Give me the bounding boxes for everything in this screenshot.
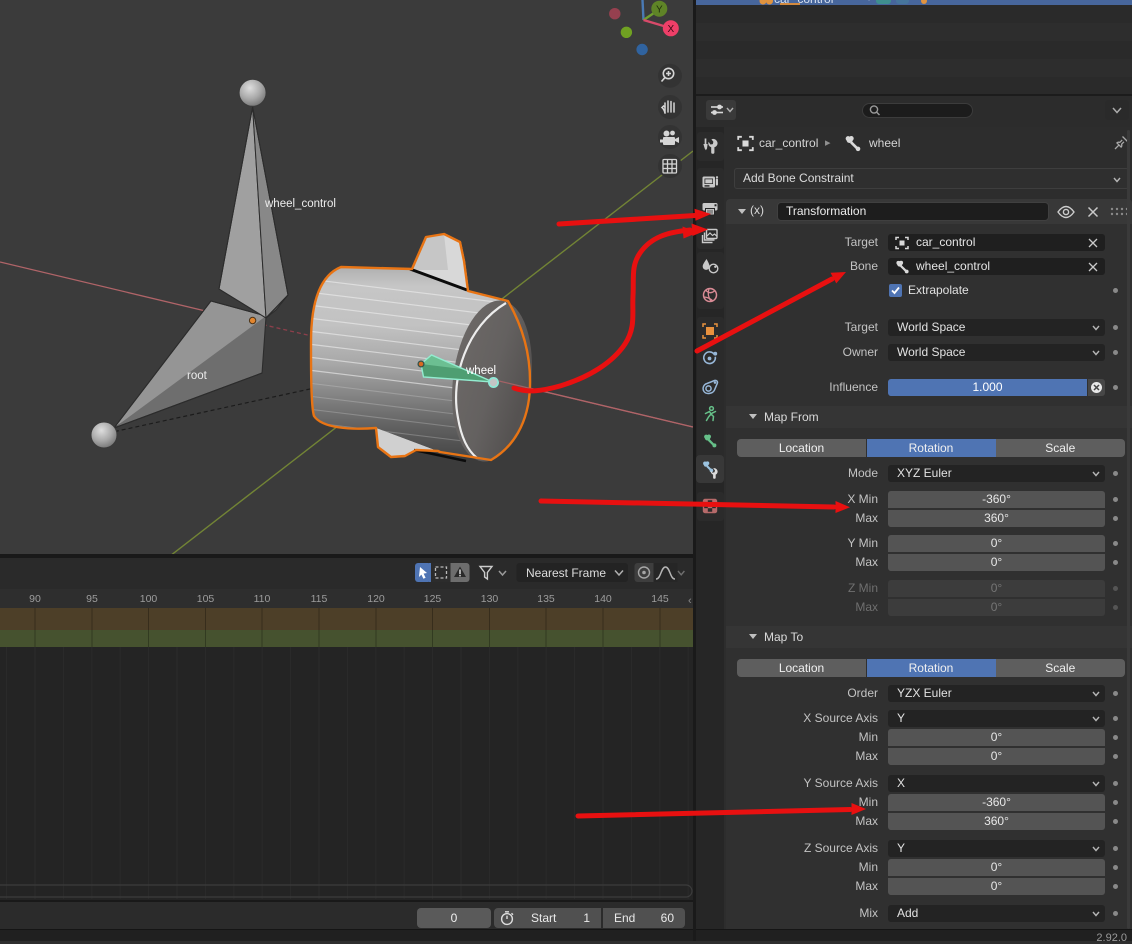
svg-text:root: root	[187, 370, 208, 382]
svg-text:wheel: wheel	[465, 365, 496, 377]
svg-text:X: X	[667, 24, 674, 35]
svg-text:Y: Y	[656, 5, 663, 16]
svg-text:wheel_control: wheel_control	[264, 198, 336, 210]
